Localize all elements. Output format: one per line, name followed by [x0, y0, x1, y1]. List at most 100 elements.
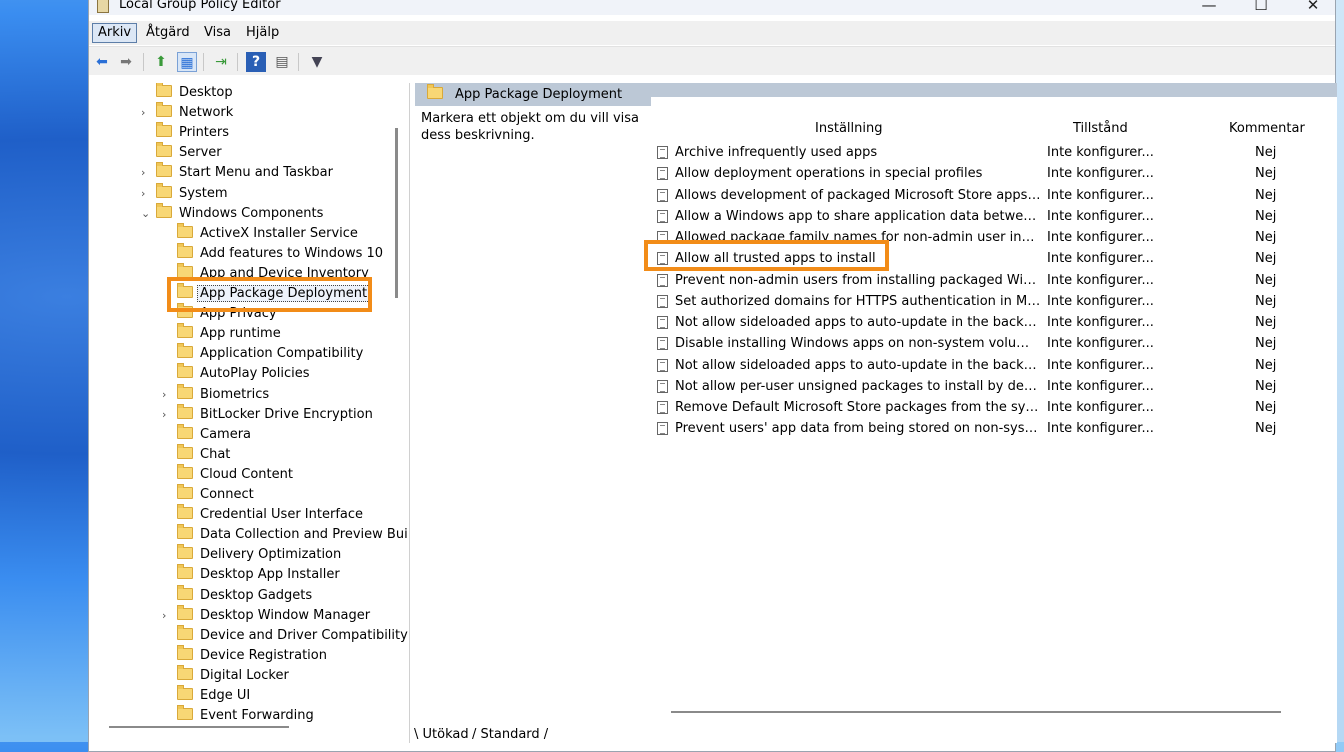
tree-item[interactable]: Connect — [177, 484, 254, 505]
setting-comment: Nej — [1255, 421, 1277, 437]
setting-row[interactable]: Not allow sideloaded apps to auto-update… — [657, 312, 1317, 333]
tree-item[interactable]: Server — [156, 142, 222, 163]
tree-item[interactable]: › System — [141, 182, 227, 204]
tree-item[interactable]: Digital Locker — [177, 664, 289, 686]
help-icon[interactable]: ? — [246, 52, 266, 72]
setting-comment: Nej — [1255, 336, 1277, 352]
menu-visa[interactable]: Visa — [199, 24, 236, 42]
list-horizontal-scrollbar[interactable] — [671, 711, 1281, 713]
folder-icon — [177, 504, 193, 520]
tree-item[interactable]: Delivery Optimization — [177, 544, 341, 565]
tree-item[interactable]: › Network — [141, 102, 233, 123]
setting-name: Archive infrequently used apps — [675, 145, 878, 160]
setting-name: Prevent users' app data from being store… — [675, 421, 1041, 437]
menu-atgard[interactable]: Åtgärd — [141, 24, 195, 42]
setting-state: Inte konfigurer... — [1047, 208, 1154, 224]
setting-state: Inte konfigurer... — [1047, 378, 1154, 394]
tree-item[interactable]: Device and Driver Compatibility — [177, 624, 408, 646]
tree-item[interactable]: Application Compatibility — [177, 343, 363, 364]
tree-item[interactable]: Desktop Gadgets — [177, 584, 312, 606]
chevron-right-icon[interactable]: › — [162, 606, 172, 626]
chevron-right-icon[interactable]: › — [162, 385, 172, 405]
tree-item[interactable]: ActiveX Installer Service — [177, 222, 358, 244]
setting-comment: Nej — [1255, 357, 1277, 373]
tree-item[interactable]: AutoPlay Policies — [177, 363, 310, 384]
folder-icon — [177, 524, 193, 540]
tree-item[interactable]: Device Registration — [177, 644, 327, 666]
tab-standard[interactable]: / Standard / — [472, 727, 548, 742]
tree-item-label: Connect — [200, 487, 254, 502]
tree-item[interactable]: Event Forwarding — [177, 705, 314, 726]
tree-item[interactable]: Desktop — [156, 83, 233, 103]
setting-row[interactable]: Prevent users' app data from being store… — [657, 418, 1317, 439]
menu-arkiv[interactable]: Arkiv — [92, 23, 138, 43]
setting-name: Not allow sideloaded apps to auto-update… — [675, 315, 1041, 330]
chevron-down-icon[interactable]: ⌄ — [141, 204, 151, 224]
setting-row[interactable]: Allow deployment operations in special p… — [657, 163, 1317, 184]
column-header-setting[interactable]: Inställning — [815, 121, 882, 136]
tab-extended[interactable]: \ Utökad — [414, 727, 469, 742]
setting-row[interactable]: Not allow per-user unsigned packages to … — [657, 376, 1317, 397]
setting-row[interactable]: Disable installing Windows apps on non-s… — [657, 333, 1317, 354]
chevron-right-icon[interactable]: › — [162, 405, 172, 425]
chevron-right-icon[interactable]: › — [141, 103, 151, 123]
tree-item-label: Windows Components — [179, 205, 324, 221]
setting-state: Inte konfigurer... — [1047, 166, 1154, 182]
tree-item[interactable]: › BitLocker Drive Encryption — [162, 403, 373, 425]
folder-icon — [156, 122, 172, 138]
tree-item[interactable]: Camera — [177, 423, 251, 445]
maximize-button[interactable]: ☐ — [1241, 0, 1281, 15]
folder-icon — [177, 242, 193, 258]
forward-icon[interactable]: ➡ — [116, 52, 136, 72]
menu-hjalp[interactable]: Hjälp — [241, 24, 284, 42]
folder-icon — [156, 182, 172, 198]
tree-item[interactable]: ⌄ Windows Components — [141, 202, 324, 224]
setting-state: Inte konfigurer... — [1047, 421, 1154, 437]
column-header-state[interactable]: Tillstånd — [1073, 121, 1128, 136]
setting-row[interactable]: Allow a Windows app to share application… — [657, 206, 1317, 227]
setting-row[interactable]: Not allow sideloaded apps to auto-update… — [657, 355, 1317, 376]
tree-item[interactable]: Data Collection and Preview Bui — [177, 524, 408, 545]
show-hide-tree-icon[interactable]: ▦ — [177, 52, 197, 72]
setting-state: Inte konfigurer... — [1047, 272, 1154, 288]
setting-state: Inte konfigurer... — [1047, 400, 1154, 415]
tree-item-label: Desktop Window Manager — [200, 607, 371, 623]
up-folder-icon[interactable]: ⬆ — [151, 52, 171, 72]
tree-item[interactable]: Edge UI — [177, 685, 250, 706]
tree-vertical-scrollbar[interactable] — [395, 128, 398, 298]
tree-item[interactable]: Chat — [177, 443, 230, 465]
tree-item[interactable]: App runtime — [177, 323, 281, 344]
back-icon[interactable]: ⬅ — [92, 52, 112, 72]
policy-setting-icon — [657, 167, 668, 181]
minimize-button[interactable]: — — [1189, 0, 1229, 15]
toolbar-separator — [203, 53, 204, 71]
chevron-right-icon[interactable]: › — [141, 184, 151, 204]
tree-item[interactable]: › Desktop Window Manager — [162, 604, 371, 626]
tree-item[interactable]: Add features to Windows 10 — [177, 242, 383, 264]
tree-item[interactable]: Desktop App Installer — [177, 564, 340, 585]
tree-horizontal-scrollbar[interactable] — [109, 726, 289, 728]
setting-row[interactable]: Allows development of packaged Microsoft… — [657, 185, 1317, 206]
setting-row[interactable]: Archive infrequently used apps Inte konfi… — [657, 142, 1317, 163]
tree-item[interactable]: › Biometrics — [162, 383, 270, 405]
tree-item[interactable]: Printers — [156, 122, 229, 143]
folder-icon — [177, 664, 193, 680]
properties-icon[interactable]: ▤ — [272, 52, 292, 72]
filter-icon[interactable]: ▼ — [307, 52, 327, 72]
tree-item[interactable]: › Start Menu and Taskbar — [141, 162, 333, 183]
tree-item[interactable]: Credential User Interface — [177, 504, 363, 525]
setting-row[interactable]: Set authorized domains for HTTPS authent… — [657, 291, 1317, 312]
tree-item-label: Biometrics — [200, 386, 270, 402]
setting-row[interactable]: Remove Default Microsoft Store packages … — [657, 397, 1317, 418]
folder-icon — [177, 604, 193, 620]
tree-item-label: BitLocker Drive Encryption — [200, 406, 373, 422]
setting-comment: Nej — [1255, 272, 1277, 288]
column-header-comment[interactable]: Kommentar — [1229, 121, 1305, 136]
policy-setting-icon — [657, 294, 668, 308]
tree-item[interactable]: Cloud Content — [177, 463, 293, 485]
close-button[interactable]: ✕ — [1293, 0, 1333, 15]
setting-row[interactable]: Prevent non-admin users from installing … — [657, 270, 1317, 291]
tree-pane[interactable]: Desktop › Network Printers Server › Start Menu… — [89, 83, 410, 743]
export-list-icon[interactable]: ⇥ — [211, 52, 231, 72]
chevron-right-icon[interactable]: › — [141, 163, 151, 183]
